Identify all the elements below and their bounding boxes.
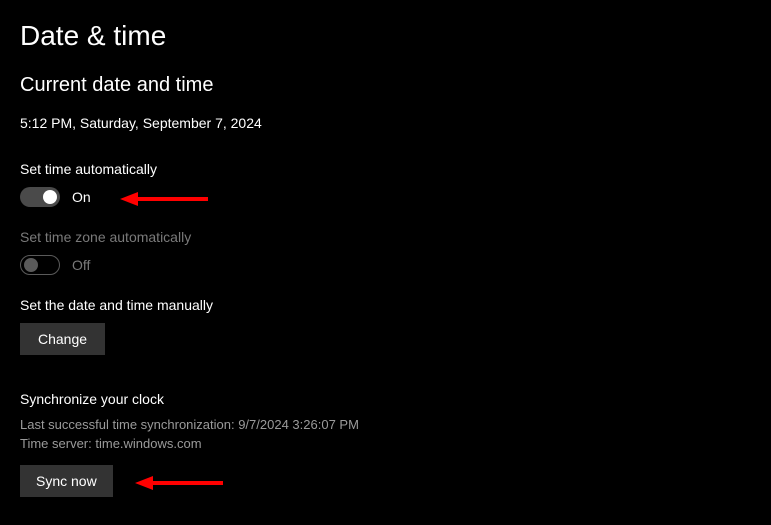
- sync-heading: Synchronize your clock: [20, 391, 751, 407]
- current-datetime-value: 5:12 PM, Saturday, September 7, 2024: [20, 115, 751, 131]
- set-tz-auto-toggle[interactable]: [20, 255, 60, 275]
- set-tz-auto-label: Set time zone automatically: [20, 229, 751, 245]
- manual-datetime-label: Set the date and time manually: [20, 297, 751, 313]
- sync-server: Time server: time.windows.com: [20, 436, 751, 451]
- set-tz-auto-state: Off: [72, 257, 90, 273]
- sync-now-button[interactable]: Sync now: [20, 465, 113, 497]
- sync-last-success: Last successful time synchronization: 9/…: [20, 417, 751, 432]
- page-title: Date & time: [20, 20, 751, 52]
- sync-section: Synchronize your clock Last successful t…: [20, 391, 751, 525]
- set-time-auto-row: On: [20, 187, 751, 207]
- annotation-arrow-icon: [135, 473, 225, 493]
- set-tz-auto-row: Off: [20, 255, 751, 275]
- set-time-auto-state: On: [72, 189, 91, 205]
- set-time-auto-label: Set time automatically: [20, 161, 751, 177]
- set-time-auto-toggle[interactable]: [20, 187, 60, 207]
- change-button[interactable]: Change: [20, 323, 105, 355]
- annotation-arrow-icon: [120, 189, 210, 209]
- current-datetime-heading: Current date and time: [20, 74, 751, 97]
